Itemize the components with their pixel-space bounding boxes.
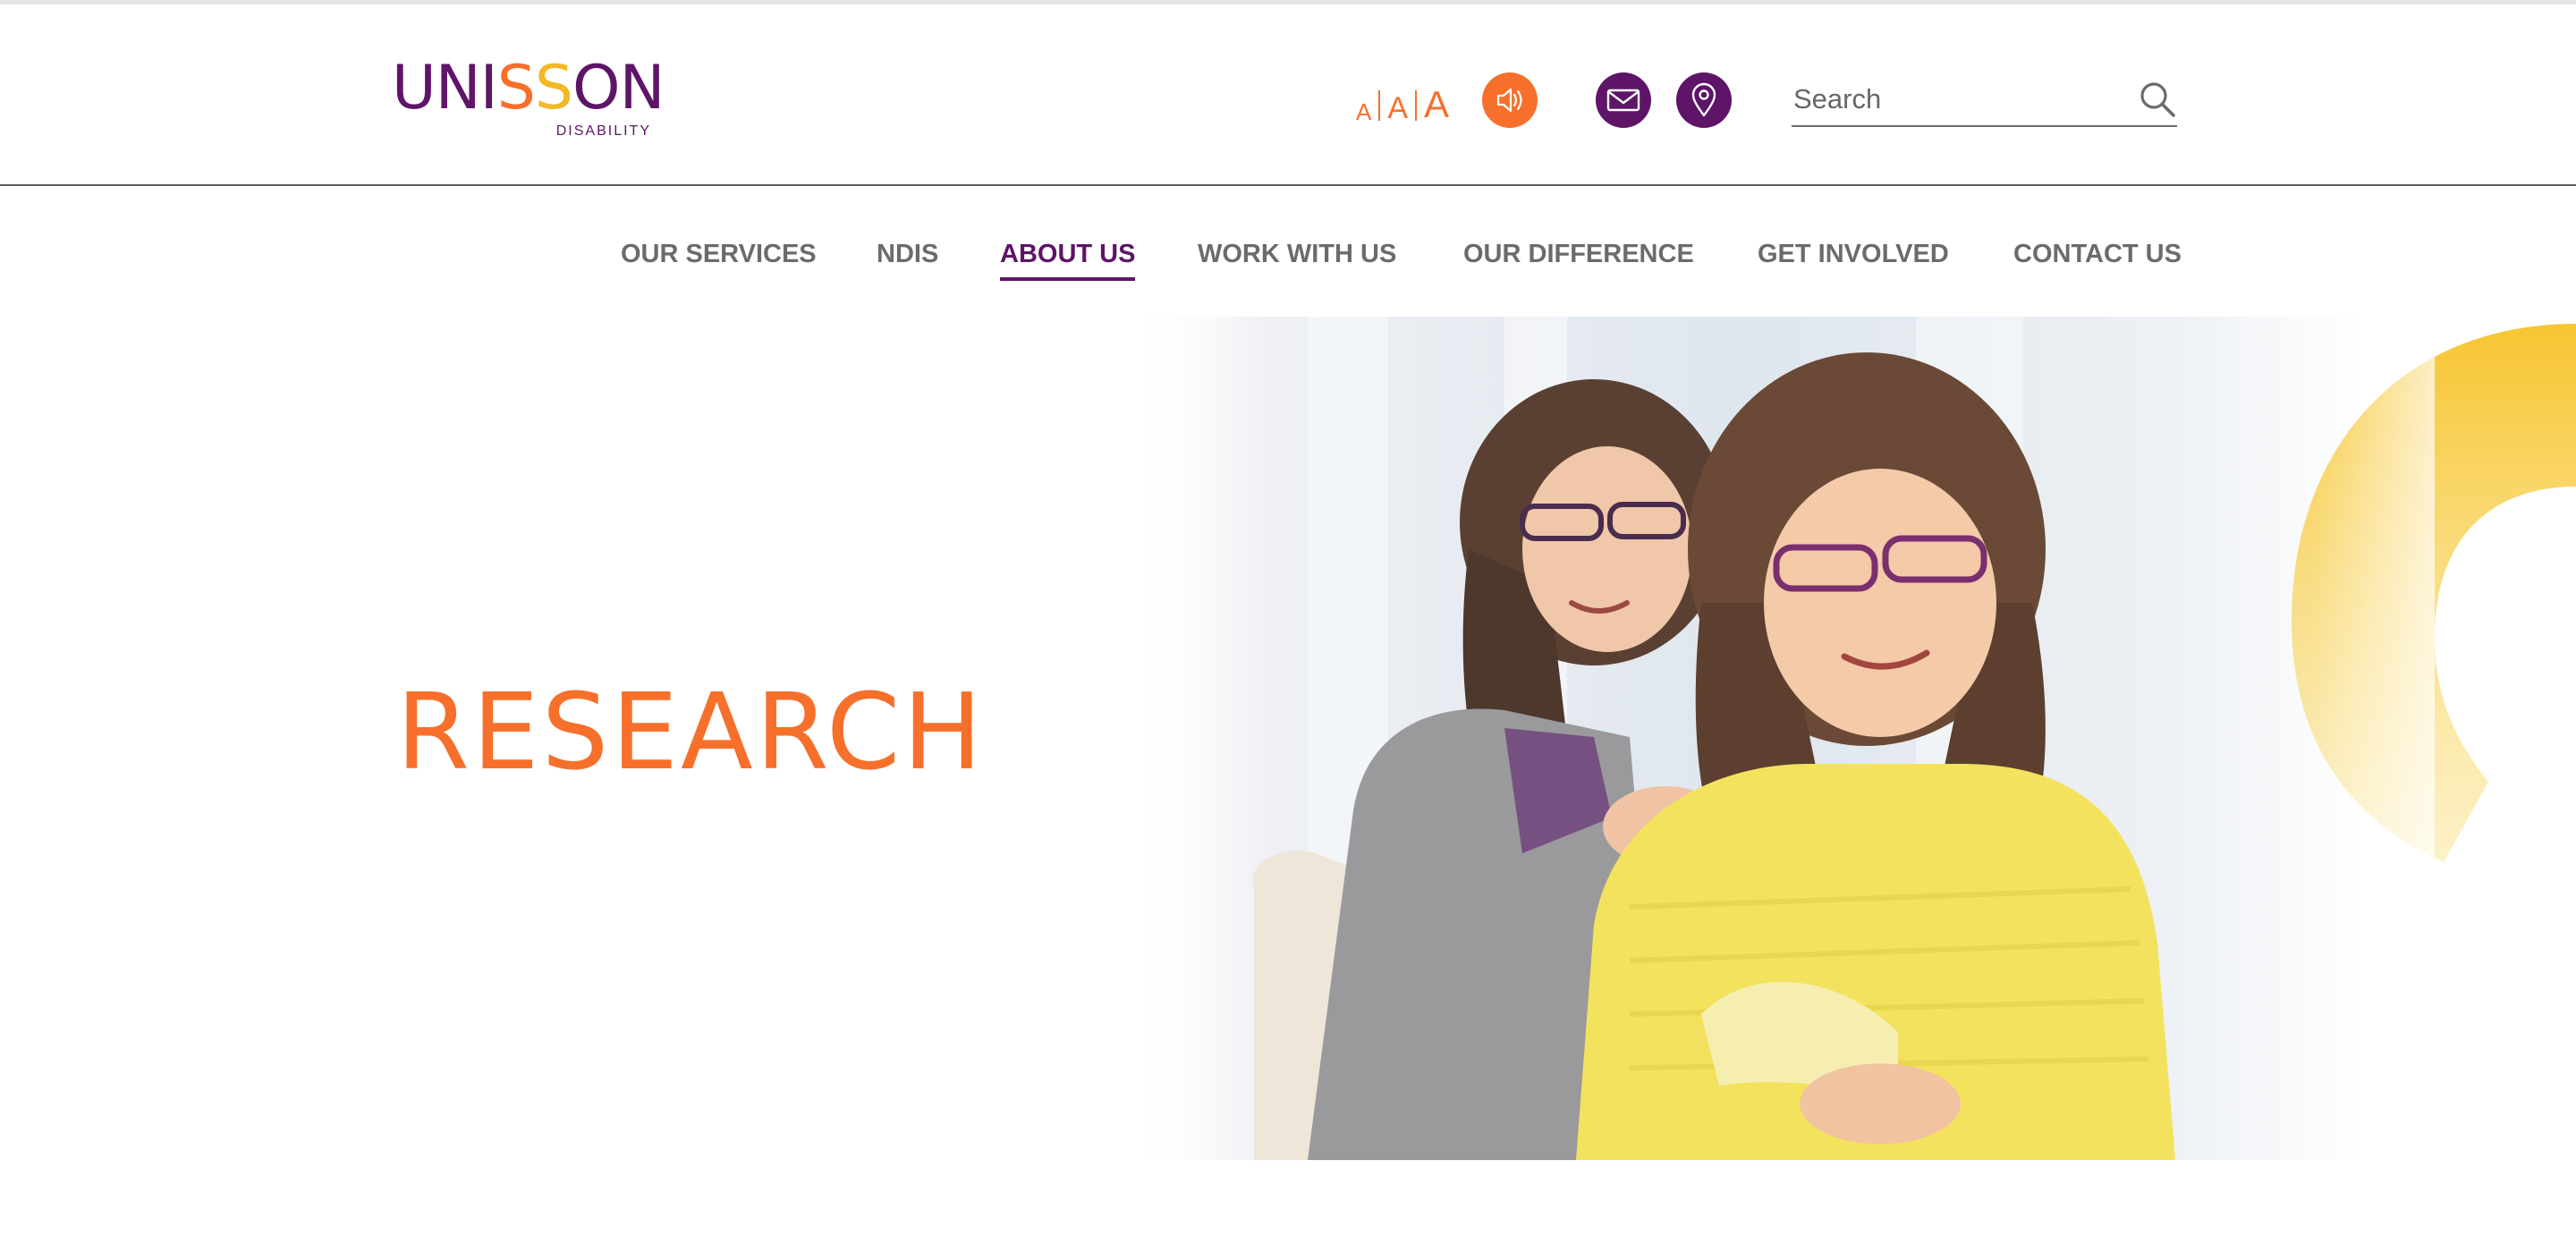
site-logo[interactable]: UNISSON DISABILITY [392, 53, 665, 143]
nav-item-get-involved[interactable]: GET INVOLVED [1758, 234, 1949, 274]
nav-item-our-services[interactable]: OUR SERVICES [621, 234, 817, 274]
main-navigation: OUR SERVICES NDIS ABOUT US WORK WITH US … [0, 234, 2576, 288]
logo-subtitle: DISABILITY [555, 123, 651, 139]
text-size-large-button[interactable]: A [1424, 85, 1449, 124]
text-size-medium-button[interactable]: A [1387, 92, 1408, 124]
search-box [1792, 76, 2177, 127]
page-title: RESEARCH [396, 670, 985, 793]
nav-item-our-difference[interactable]: OUR DIFFERENCE [1463, 234, 1694, 274]
email-button[interactable] [1596, 72, 1651, 128]
text-size-controls: A A A [1356, 85, 1449, 125]
nav-item-contact-us[interactable]: CONTACT US [2013, 234, 2182, 274]
hero-image [1129, 317, 2576, 1160]
search-icon[interactable] [2138, 80, 2177, 119]
logo-wordmark: UNISSON [392, 53, 665, 123]
text-size-divider [1415, 90, 1418, 121]
location-button[interactable] [1676, 72, 1732, 128]
text-size-small-button[interactable]: A [1356, 99, 1371, 124]
search-input[interactable] [1792, 76, 2117, 123]
speaker-icon [1496, 88, 1522, 113]
nav-item-about-us[interactable]: ABOUT US [1000, 234, 1136, 281]
site-header: UNISSON DISABILITY A A A [0, 4, 2576, 186]
mail-icon [1606, 89, 1640, 112]
nav-item-ndis[interactable]: NDIS [877, 234, 938, 274]
text-size-divider [1378, 90, 1381, 121]
read-aloud-button[interactable] [1482, 72, 1538, 128]
hero-photo-illustration [1129, 317, 2576, 1160]
location-pin-icon [1691, 82, 1716, 117]
nav-item-work-with-us[interactable]: WORK WITH US [1198, 234, 1396, 274]
